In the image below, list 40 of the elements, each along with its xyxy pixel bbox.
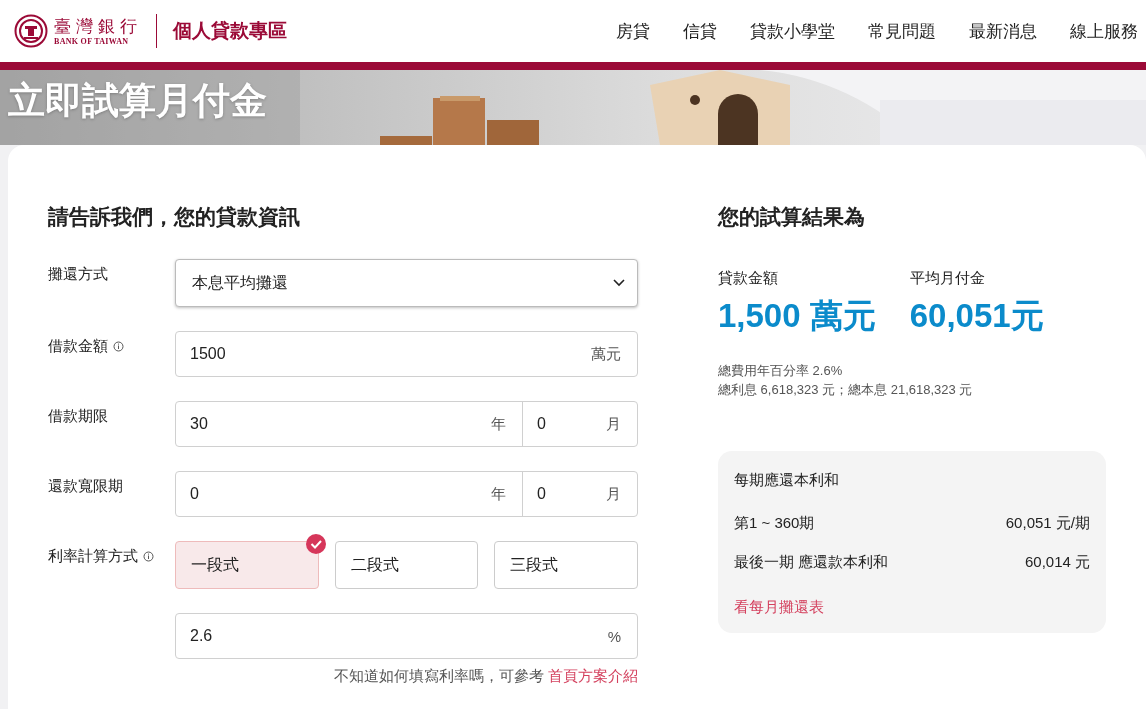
schedule-link[interactable]: 看每月攤還表 [734, 598, 824, 617]
logo-english-name: BANK OF TAIWAN [54, 36, 130, 46]
row-label: 第1 ~ 360期 [734, 514, 815, 533]
page-heading: 立即試算月付金 [7, 79, 267, 123]
field-label: 還款寬限期 [48, 477, 123, 496]
select-field[interactable]: 本息平均攤還 [175, 259, 638, 307]
card-title: 每期應還本利和 [734, 471, 840, 490]
input-field[interactable]: 1500 萬元 [175, 331, 638, 377]
input-field[interactable]: 2.6 % [175, 613, 638, 659]
row-label: 最後一期 應還款本利和 [734, 553, 889, 572]
form-title: 請告訴我們，您的貸款資訊 [48, 204, 301, 230]
logo-name: 臺灣銀行 [54, 16, 142, 37]
option-button[interactable]: 一段式 [175, 541, 319, 589]
field-label: 利率計算方式 [48, 547, 138, 566]
field-label: 攤還方式 [48, 265, 108, 284]
stat-value: 60,051元 [909, 296, 1044, 336]
apr-text: 總費用年百分率 2.6% [718, 362, 844, 380]
option-button[interactable]: 三段式 [494, 541, 638, 589]
site-title: 個人貸款專區 [173, 19, 287, 43]
stat-label: 貸款金額 [718, 269, 779, 288]
result-title: 您的試算結果為 [718, 204, 866, 230]
nav-link[interactable]: 最新消息 [969, 19, 1037, 43]
chevron-down-icon [613, 279, 625, 287]
field-label: 借款金額 [48, 337, 108, 356]
nav-link[interactable]: 線上服務 [1070, 19, 1138, 43]
row-value: 60,014 元 [1024, 553, 1090, 572]
check-icon [305, 534, 326, 554]
row-value: 60,051 元/期 [1005, 514, 1090, 533]
hint-text: 不知道如何填寫利率嗎，可參考 首頁方案介紹 [332, 667, 638, 686]
field-label: 借款期限 [48, 407, 108, 426]
nav-link[interactable]: 房貸 [616, 19, 650, 43]
option-button[interactable]: 二段式 [334, 541, 479, 589]
totals-text: 總利息 6,618,323 元；總本息 21,618,323 元 [718, 382, 973, 397]
nav-link[interactable]: 貸款小學堂 [750, 19, 835, 43]
plan-link[interactable]: 首頁方案介紹 [548, 667, 638, 684]
stat-label: 平均月付金 [909, 269, 986, 288]
stat-value: 1,500 萬元 [718, 296, 876, 336]
bank-logo-icon [14, 14, 48, 48]
nav-link[interactable]: 常見問題 [868, 19, 936, 43]
nav-link[interactable]: 信貸 [683, 19, 717, 43]
